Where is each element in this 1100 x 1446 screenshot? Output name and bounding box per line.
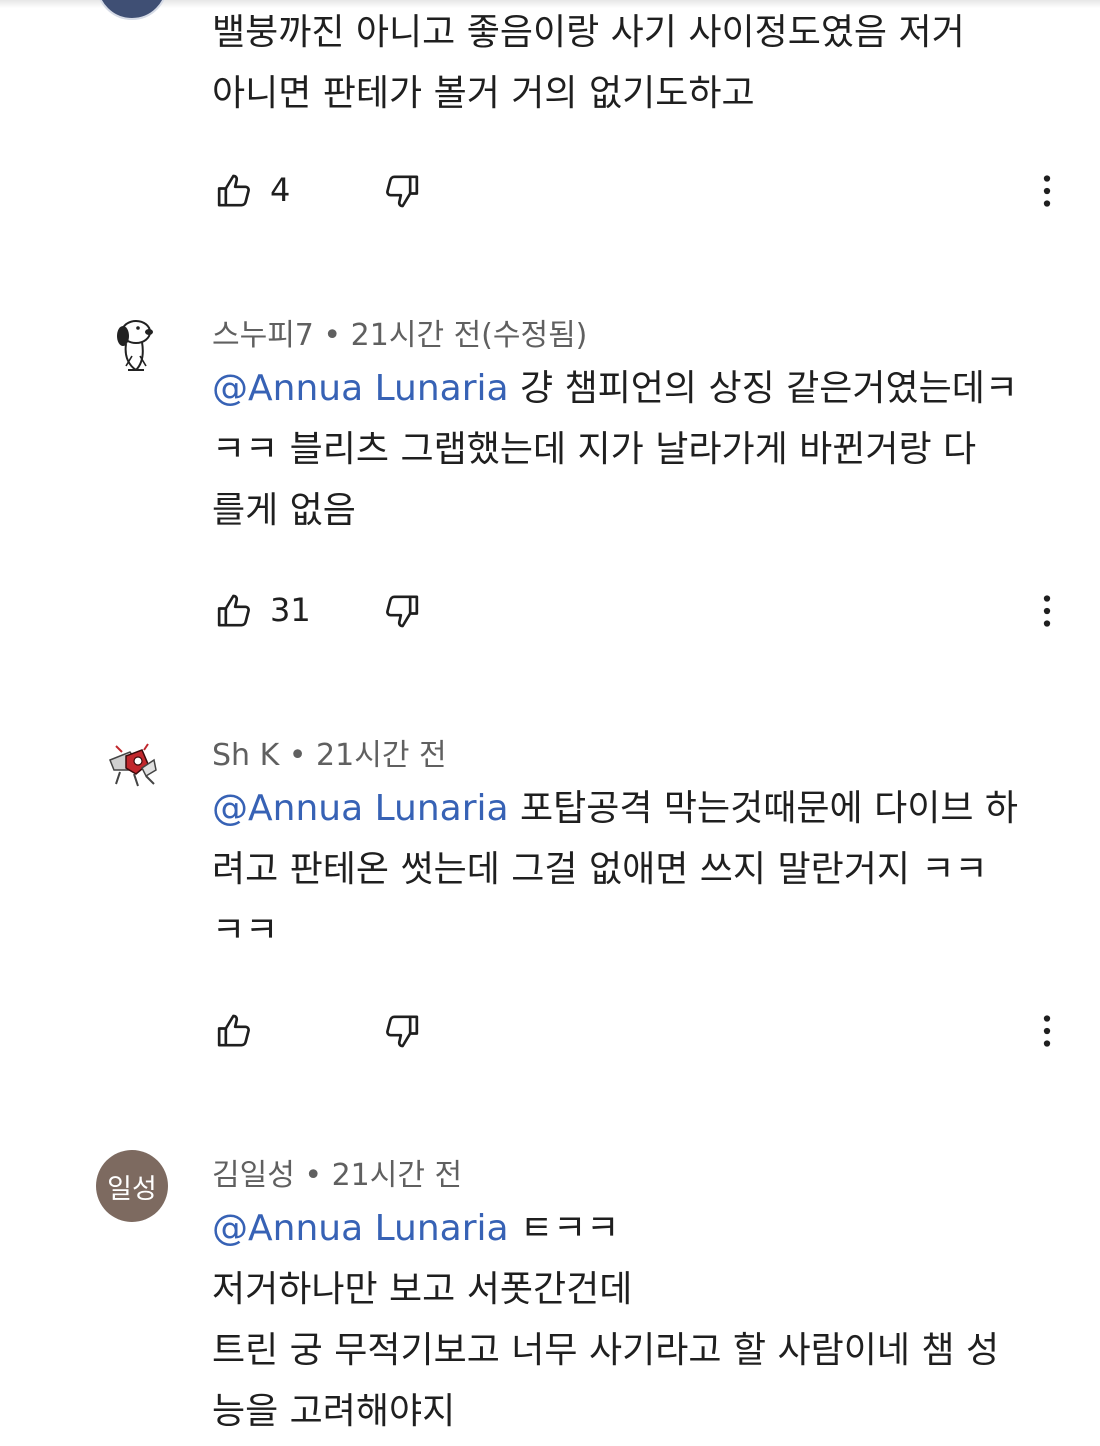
comment-line: 능을 고려해야지 <box>212 1391 456 1432</box>
comment-line: 려고 판테온 썻는데 그걸 없애면 쓰지 말란거지 ㅋㅋ <box>212 849 988 890</box>
comment-text: @Annua Lunaria ㅌㅋㅋ 저거하나만 보고 서폿간건데 트린 궁 무… <box>212 1198 1072 1442</box>
thumb-up-icon <box>217 1014 250 1047</box>
comment-line: @Annua Lunaria ㅌㅋㅋ <box>212 1198 1072 1259</box>
thumb-down-icon <box>386 595 419 628</box>
thumb-up-icon <box>217 594 250 627</box>
comment-timestamp: 21시간 전(수정됨) <box>350 318 588 353</box>
more-options-button[interactable] <box>1024 588 1070 634</box>
comment-text: @Annua Lunaria 걍 챔피언의 상징 같은거였는데ㅋ ㅋㅋ 블리츠 … <box>212 358 1072 541</box>
comment-meta: 스누피7 • 21시간 전(수정됨) <box>212 310 587 354</box>
like-button[interactable] <box>212 168 258 214</box>
comment-line: 저거하나만 보고 서폿간건데 <box>212 1269 633 1310</box>
like-button[interactable] <box>212 588 258 634</box>
comment-line-text: 포탑공격 막는것때문에 다이브 하 <box>508 788 1019 829</box>
comment-timestamp: 21시간 전 <box>331 1158 463 1193</box>
snoopy-icon <box>96 310 168 382</box>
author-name[interactable]: Sh K <box>212 738 279 773</box>
mention-link[interactable]: @Annua Lunaria <box>212 1208 509 1249</box>
dislike-button[interactable] <box>378 588 424 634</box>
like-button[interactable] <box>212 1008 258 1054</box>
comment-meta: Sh K • 21시간 전 <box>212 730 447 774</box>
more-vertical-icon <box>1043 175 1051 207</box>
more-options-button[interactable] <box>1024 1008 1070 1054</box>
mention-link[interactable]: @Annua Lunaria <box>212 788 509 829</box>
partial-avatar[interactable] <box>96 0 168 20</box>
comment-line-text: ㅌㅋㅋ <box>508 1208 620 1249</box>
snoopy-avatar[interactable] <box>96 310 168 382</box>
like-count: 4 <box>270 171 291 209</box>
initials-avatar[interactable]: 일성 <box>96 1150 168 1222</box>
comment-line: 밸붕까진 아니고 좋음이랑 사기 사이정도였음 저거 <box>212 12 965 53</box>
robot-avatar[interactable] <box>96 730 168 802</box>
more-vertical-icon <box>1043 595 1051 627</box>
comment-meta: 김일성 • 21시간 전 <box>212 1150 462 1194</box>
comment-line: @Annua Lunaria 포탑공격 막는것때문에 다이브 하 <box>212 778 1072 839</box>
comment-timestamp: 21시간 전 <box>316 738 447 773</box>
dislike-button[interactable] <box>378 168 424 214</box>
dislike-button[interactable] <box>378 1008 424 1054</box>
comment-line: 를게 없음 <box>212 490 356 531</box>
meta-separator: • <box>294 1158 332 1193</box>
comment-line-text: 걍 챔피언의 상징 같은거였는데ㅋ <box>508 368 1019 409</box>
more-options-button[interactable] <box>1024 168 1070 214</box>
comment-text: @Annua Lunaria 포탑공격 막는것때문에 다이브 하 려고 판테온 … <box>212 778 1072 961</box>
comment-actions: 4 <box>212 168 1072 218</box>
comment-line: ㅋㅋ 블리츠 그랩했는데 지가 날라가게 바뀐거랑 다 <box>212 429 977 470</box>
meta-separator: • <box>279 738 317 773</box>
comment-text: 밸붕까진 아니고 좋음이랑 사기 사이정도였음 저거 아니면 판테가 볼거 거의… <box>212 2 1072 124</box>
robot-icon <box>96 730 168 802</box>
comment-line: 트린 궁 무적기보고 너무 사기라고 할 사람이네 챔 성 <box>212 1330 1000 1371</box>
comment-line: ㅋㅋ <box>212 910 279 951</box>
thumb-down-icon <box>386 175 419 208</box>
author-name[interactable]: 스누피7 <box>212 318 314 353</box>
meta-separator: • <box>313 318 351 353</box>
author-name[interactable]: 김일성 <box>212 1158 295 1193</box>
comment-actions <box>212 1008 1072 1058</box>
mention-link[interactable]: @Annua Lunaria <box>212 368 509 409</box>
comment-actions: 31 <box>212 588 1072 638</box>
comment-line: 아니면 판테가 볼거 거의 없기도하고 <box>212 73 755 114</box>
like-count: 31 <box>270 591 311 629</box>
more-vertical-icon <box>1043 1015 1051 1047</box>
thumb-down-icon <box>386 1015 419 1048</box>
thumb-up-icon <box>217 174 250 207</box>
comment-line: @Annua Lunaria 걍 챔피언의 상징 같은거였는데ㅋ <box>212 358 1072 419</box>
